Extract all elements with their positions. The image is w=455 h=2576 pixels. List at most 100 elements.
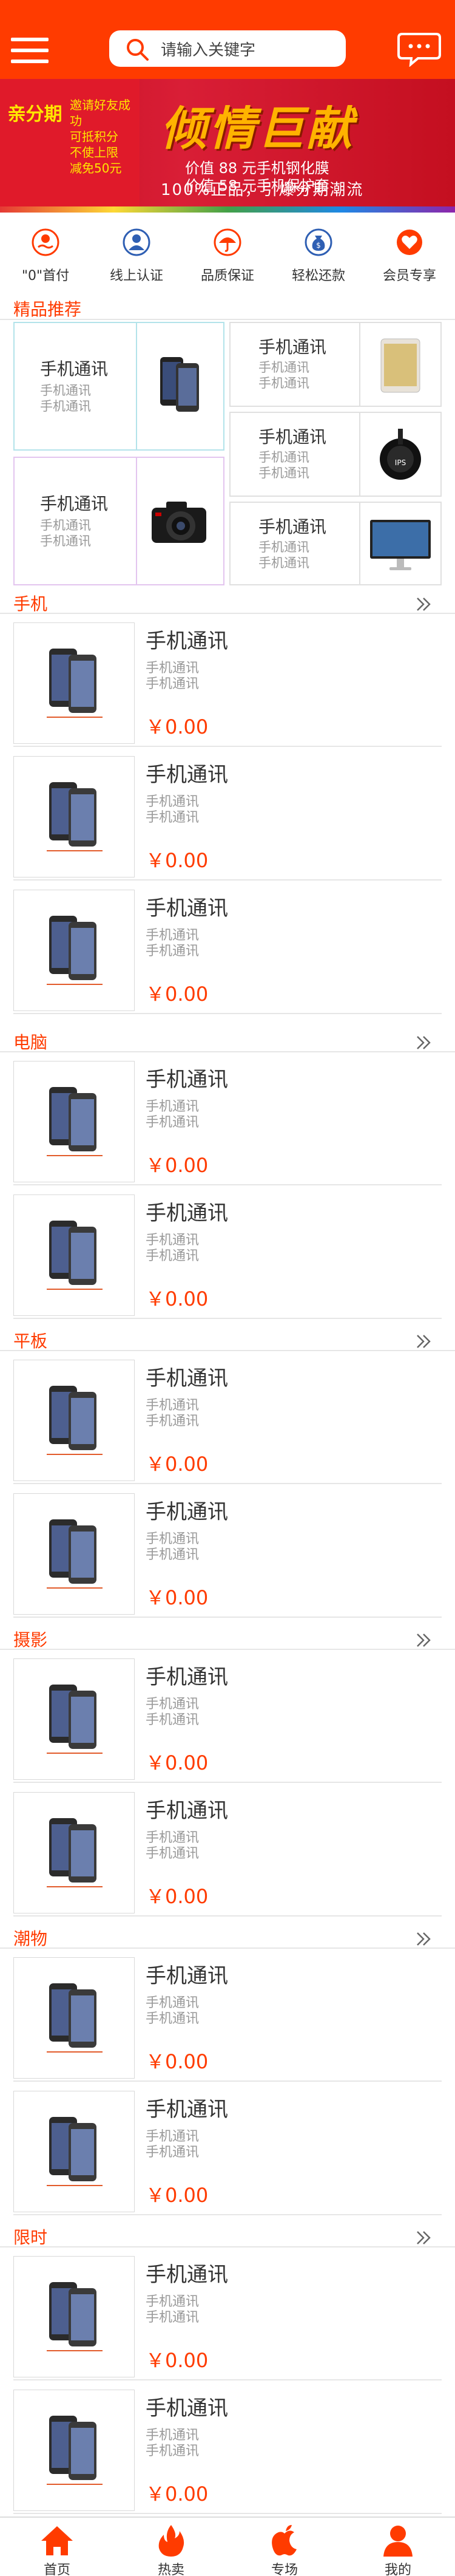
featured-card-sub: 手机通讯	[40, 518, 91, 533]
featured-card-ipad[interactable]: 手机通讯 手机通讯 手机通讯	[229, 322, 442, 407]
banner-offer-1: 价值 88 元手机钢化膜	[185, 160, 329, 177]
product-price: ￥0.00	[146, 2050, 209, 2073]
card-divider	[359, 413, 360, 496]
more-arrow-icon[interactable]	[415, 596, 433, 613]
product-subtitle: 手机通讯	[146, 810, 200, 825]
featured-card-sub: 手机通讯	[258, 376, 309, 390]
section-title: 电脑	[13, 1032, 48, 1052]
menu-icon[interactable]	[11, 38, 49, 63]
quick-item-zero-down[interactable]: "0"首付	[0, 228, 91, 289]
product-price: ￥0.00	[146, 2184, 209, 2207]
tab-special[interactable]: 专场	[228, 2518, 342, 2576]
more-arrow-icon[interactable]	[415, 1930, 433, 1947]
product-thumbnail	[13, 1360, 135, 1481]
featured-card-iphone[interactable]: 手机通讯 手机通讯 手机通讯	[13, 322, 224, 451]
tab-label: 热卖	[157, 2563, 184, 2576]
product-row[interactable]: 手机通讯 手机通讯 手机通讯 ￥0.00	[0, 1185, 455, 1319]
product-row[interactable]: 手机通讯 手机通讯 手机通讯 ￥0.00	[0, 1783, 455, 1917]
banner-left-panel: 亲分期 邀请好友成功 可抵积分 不使上限 减免50元	[0, 79, 140, 213]
quick-item-quality[interactable]: 品质保证	[182, 228, 273, 289]
product-subtitle: 手机通讯	[146, 2011, 200, 2026]
product-row[interactable]: 手机通讯 手机通讯 手机通讯 ￥0.00	[0, 2247, 455, 2380]
tab-home[interactable]: 首页	[0, 2518, 114, 2576]
product-row[interactable]: 手机通讯 手机通讯 手机通讯 ￥0.00	[0, 1351, 455, 1484]
tab-hot[interactable]: 热卖	[114, 2518, 228, 2576]
featured-card-title: 手机通讯	[258, 517, 327, 537]
fire-icon	[158, 2525, 184, 2557]
apple-icon	[272, 2525, 297, 2556]
iphone-image	[47, 2117, 103, 2186]
product-name: 手机通讯	[146, 1366, 228, 1391]
product-row[interactable]: 手机通讯 手机通讯 手机通讯 ￥0.00	[0, 2082, 455, 2215]
featured-card-sub: 手机通讯	[40, 534, 91, 548]
product-price: ￥0.00	[146, 983, 209, 1006]
banner-note: 减免50元	[70, 161, 122, 175]
featured-card-sub: 手机通讯	[258, 540, 309, 554]
search-placeholder: 请输入关键字	[161, 41, 256, 60]
section-title: 摄影	[13, 1630, 48, 1650]
iphone-image	[47, 649, 103, 718]
product-row[interactable]: 手机通讯 手机通讯 手机通讯 ￥0.00	[0, 881, 455, 1014]
product-row[interactable]: 手机通讯 手机通讯 手机通讯 ￥0.00	[0, 1484, 455, 1618]
banner-slogan: 100%正品，引爆分期潮流	[161, 181, 364, 199]
iphone-image	[47, 1386, 103, 1455]
quick-item-online-verify[interactable]: 线上认证	[91, 228, 182, 289]
product-name: 手机通讯	[146, 1201, 228, 1225]
featured-card-camera[interactable]: 手机通讯 手机通讯 手机通讯	[13, 457, 224, 585]
product-price: ￥0.00	[146, 715, 209, 738]
quick-label: 会员专享	[382, 268, 436, 284]
product-subtitle: 手机通讯	[146, 2444, 200, 2459]
product-price: ￥0.00	[146, 2482, 209, 2506]
product-thumbnail	[13, 1957, 135, 2079]
message-icon[interactable]	[397, 32, 441, 67]
app-page: 请输入关键字 亲分期 邀请好友成功 可抵积分 不使上限 减免50元 倾情巨献 价…	[0, 0, 455, 2576]
more-arrow-icon[interactable]	[415, 1034, 433, 1051]
iphone-image	[47, 2282, 103, 2351]
featured-card-unicycle[interactable]: 手机通讯 手机通讯 手机通讯 IPS	[229, 412, 442, 497]
row-divider	[13, 2214, 442, 2215]
tab-mine[interactable]: 我的	[341, 2518, 455, 2576]
product-subtitle: 手机通讯	[146, 1414, 200, 1429]
product-subtitle: 手机通讯	[146, 1115, 200, 1130]
product-thumbnail	[13, 756, 135, 877]
quick-item-repay[interactable]: $ 轻松还款	[273, 228, 364, 289]
umbrella-icon	[214, 228, 241, 256]
iphone-image	[160, 357, 199, 412]
product-row[interactable]: 手机通讯 手机通讯 手机通讯 ￥0.00	[0, 613, 455, 747]
product-row[interactable]: 手机通讯 手机通讯 手机通讯 ￥0.00	[0, 747, 455, 881]
product-name: 手机通讯	[146, 629, 228, 653]
product-row[interactable]: 手机通讯 手机通讯 手机通讯 ￥0.00	[0, 1948, 455, 2082]
product-subtitle: 手机通讯	[146, 944, 200, 959]
product-thumbnail	[13, 1658, 135, 1780]
camera-image	[152, 502, 206, 543]
card-divider	[359, 323, 360, 406]
product-row[interactable]: 手机通讯 手机通讯 手机通讯 ￥0.00	[0, 2380, 455, 2514]
product-price: ￥0.00	[146, 1154, 209, 1177]
product-thumbnail	[13, 622, 135, 744]
more-arrow-icon[interactable]	[415, 1333, 433, 1350]
more-arrow-icon[interactable]	[415, 1632, 433, 1649]
section-title: 潮物	[13, 1929, 48, 1949]
banner-left-notes: 邀请好友成功 可抵积分 不使上限 减免50元	[70, 97, 136, 176]
quick-label: 线上认证	[109, 268, 163, 284]
product-thumbnail	[13, 1061, 135, 1182]
featured-card-monitor[interactable]: 手机通讯 手机通讯 手机通讯	[229, 502, 442, 585]
search-input[interactable]: 请输入关键字	[109, 30, 346, 67]
quick-item-member[interactable]: 会员专享	[364, 228, 455, 289]
product-subtitle: 手机通讯	[146, 676, 200, 692]
quick-nav: "0"首付 线上认证 品质保证 $ 轻松还款 会员专享	[0, 228, 455, 289]
iphone-image	[47, 1685, 103, 1754]
featured-card-sub: 手机通讯	[40, 399, 91, 414]
quick-label: "0"首付	[21, 268, 70, 284]
more-arrow-icon[interactable]	[415, 2229, 433, 2246]
tab-label: 我的	[384, 2563, 411, 2576]
product-thumbnail	[13, 2091, 135, 2212]
featured-card-sub: 手机通讯	[258, 466, 309, 480]
hand-coin-icon	[32, 228, 59, 256]
product-row[interactable]: 手机通讯 手机通讯 手机通讯 ￥0.00	[0, 1649, 455, 1783]
iphone-image	[47, 1519, 103, 1589]
promo-banner[interactable]: 亲分期 邀请好友成功 可抵积分 不使上限 减免50元 倾情巨献 价值 88 元手…	[0, 79, 455, 213]
product-subtitle: 手机通讯	[146, 1712, 200, 1728]
unicycle-image: IPS	[380, 429, 421, 480]
product-row[interactable]: 手机通讯 手机通讯 手机通讯 ￥0.00	[0, 1052, 455, 1185]
